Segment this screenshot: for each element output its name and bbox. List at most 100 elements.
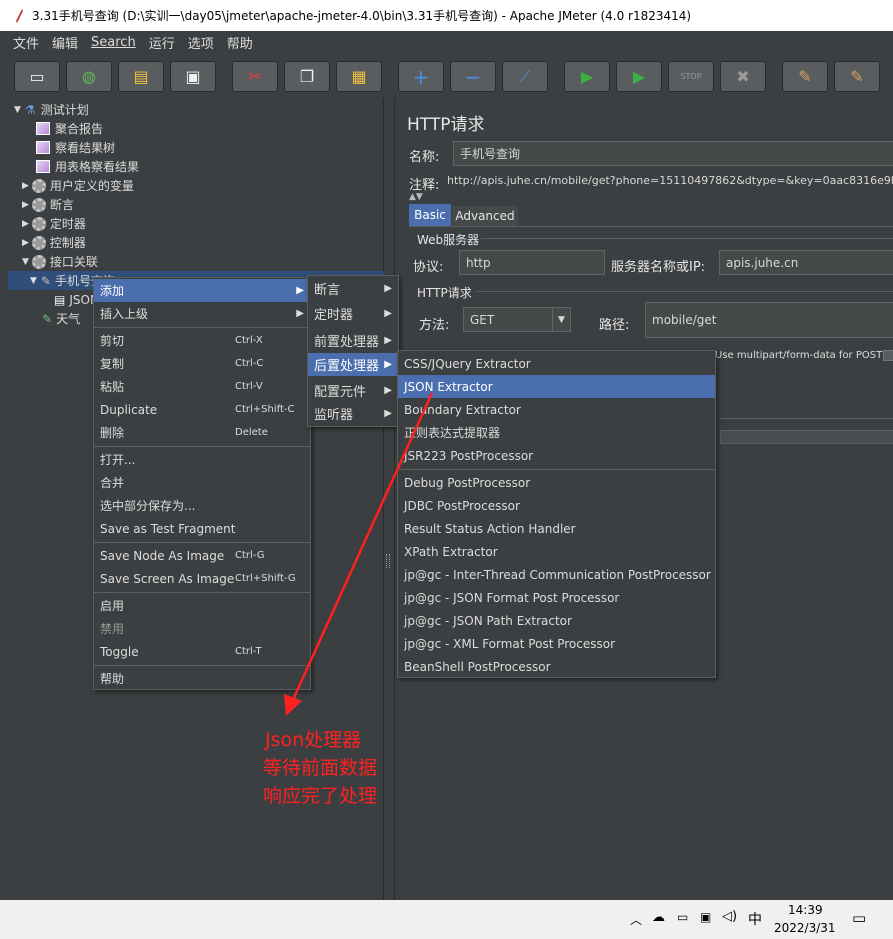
start-no-pauses-button[interactable]: ▶ xyxy=(616,61,662,92)
notification-icon[interactable]: ▭ xyxy=(852,909,866,927)
start-button[interactable]: ▶ xyxy=(564,61,610,92)
submenu-item-config-elements[interactable]: 配置元件 ▶ xyxy=(308,379,398,402)
tree-node-table-results[interactable]: 用表格察看结果 xyxy=(36,157,139,176)
clear-button[interactable]: ✎ xyxy=(782,61,828,92)
expand-all-button[interactable]: + xyxy=(398,61,444,92)
save-button[interactable]: ▣ xyxy=(170,61,216,92)
menu-item-cut[interactable]: 剪切 Ctrl-X xyxy=(94,329,310,352)
menu-item-save-selection[interactable]: 选中部分保存为... xyxy=(94,494,310,517)
tree-node-api-correlation[interactable]: ▼ 接口关联 xyxy=(22,252,98,271)
menu-item-disable[interactable]: 禁用 xyxy=(94,617,310,640)
menu-edit[interactable]: 编辑 xyxy=(52,33,78,52)
name-field[interactable]: 手机号查询 xyxy=(453,141,893,166)
menu-run[interactable]: 运行 xyxy=(149,33,175,52)
copy-button[interactable]: ❐ xyxy=(284,61,330,92)
templates-button[interactable]: ◍ xyxy=(66,61,112,92)
comment-label: 注释: xyxy=(409,178,440,193)
tab-advanced[interactable]: Advanced xyxy=(452,206,518,226)
tree-node-user-variables[interactable]: ▶ 用户定义的变量 xyxy=(22,176,134,195)
collapse-all-button[interactable]: − xyxy=(450,61,496,92)
submenu-item-post-processors[interactable]: 后置处理器 ▶ xyxy=(308,353,398,376)
tab-basic[interactable]: Basic xyxy=(409,204,451,226)
submenu-item-jsr223[interactable]: JSR223 PostProcessor xyxy=(398,444,715,467)
tree-node-weather[interactable]: ✎ 天气 xyxy=(42,309,80,328)
submenu-item-listeners[interactable]: 监听器 ▶ xyxy=(308,402,398,425)
submenu-item-json-format[interactable]: jp@gc - JSON Format Post Processor xyxy=(398,586,715,609)
cloud-icon[interactable]: ☁ xyxy=(652,910,665,925)
menu-item-save-screen-image[interactable]: Save Screen As Image Ctrl+Shift-G xyxy=(94,567,310,590)
tree-node-assertions[interactable]: ▶ 断言 xyxy=(22,195,74,214)
tree-expand-arrow-icon[interactable]: ▶ xyxy=(22,181,29,191)
menu-item-enable[interactable]: 启用 xyxy=(94,594,310,617)
toggle-button[interactable]: ⟋ xyxy=(502,61,548,92)
menu-options[interactable]: 选项 xyxy=(188,33,214,52)
tree-node-aggregate-report[interactable]: 聚合报告 xyxy=(36,119,103,138)
server-field[interactable]: apis.juhe.cn xyxy=(719,250,893,275)
split-pane-divider[interactable] xyxy=(384,98,392,900)
volume-icon[interactable]: ◁) xyxy=(722,909,737,924)
cut-button[interactable]: ✂ xyxy=(232,61,278,92)
menu-item-save-fragment[interactable]: Save as Test Fragment xyxy=(94,517,310,540)
menu-help[interactable]: 帮助 xyxy=(227,33,253,52)
tree-expand-arrow-icon[interactable]: ▶ xyxy=(22,219,29,229)
menu-item-delete[interactable]: 删除 Delete xyxy=(94,421,310,444)
comment-field[interactable]: http://apis.juhe.cn/mobile/get?phone=151… xyxy=(447,174,893,187)
menu-item-help[interactable]: 帮助 xyxy=(94,667,310,690)
submenu-item-inter-thread[interactable]: jp@gc - Inter-Thread Communication PostP… xyxy=(398,563,715,586)
submenu-item-xml-format[interactable]: jp@gc - XML Format Post Processor xyxy=(398,632,715,655)
submenu-item-timers[interactable]: 定时器 ▶ xyxy=(308,302,398,325)
submenu-item-css-extractor[interactable]: CSS/JQuery Extractor xyxy=(398,352,715,375)
collapse-arrows-icon[interactable]: ▲▼ xyxy=(409,192,423,202)
multipart-checkbox[interactable] xyxy=(883,350,893,361)
battery-icon[interactable]: ▭ xyxy=(677,910,688,924)
menu-item-save-node-image[interactable]: Save Node As Image Ctrl-G xyxy=(94,544,310,567)
submenu-item-debug[interactable]: Debug PostProcessor xyxy=(398,471,715,494)
method-select[interactable]: GET ▼ xyxy=(463,307,571,332)
tree-node-test-plan[interactable]: ▼ ⚗ 测试计划 xyxy=(14,100,89,119)
menu-item-duplicate[interactable]: Duplicate Ctrl+Shift-C xyxy=(94,398,310,421)
submenu-item-result-status[interactable]: Result Status Action Handler xyxy=(398,517,715,540)
tree-expand-arrow-icon[interactable]: ▼ xyxy=(30,276,37,286)
menu-item-copy[interactable]: 复制 Ctrl-C xyxy=(94,352,310,375)
submenu-item-jdbc[interactable]: JDBC PostProcessor xyxy=(398,494,715,517)
submenu-item-beanshell[interactable]: BeanShell PostProcessor xyxy=(398,655,715,678)
menu-item-merge[interactable]: 合并 xyxy=(94,471,310,494)
submenu-item-xpath[interactable]: XPath Extractor xyxy=(398,540,715,563)
menu-item-toggle[interactable]: Toggle Ctrl-T xyxy=(94,640,310,663)
path-field[interactable]: mobile/get xyxy=(645,302,893,338)
clear-all-button[interactable]: ✎ xyxy=(834,61,880,92)
chevron-down-icon[interactable]: ▼ xyxy=(552,308,570,331)
new-button[interactable]: ▭ xyxy=(14,61,60,92)
protocol-field[interactable]: http xyxy=(459,250,605,275)
open-button[interactable]: ▤ xyxy=(118,61,164,92)
submenu-item-regex-extractor[interactable]: 正则表达式提取器 xyxy=(398,421,715,444)
menu-file[interactable]: 文件 xyxy=(13,33,39,52)
tree-expand-arrow-icon[interactable]: ▶ xyxy=(22,200,29,210)
submenu-item-pre-processors[interactable]: 前置处理器 ▶ xyxy=(308,329,398,352)
menu-item-insert-parent[interactable]: 插入上级 ▶ xyxy=(94,302,310,325)
shutdown-button[interactable]: ✖ xyxy=(720,61,766,92)
menu-search[interactable]: Search xyxy=(91,35,136,50)
tree-node-timers[interactable]: ▶ 定时器 xyxy=(22,214,86,233)
clock-date[interactable]: 2022/3/31 xyxy=(774,921,836,935)
tree-node-controllers[interactable]: ▶ 控制器 xyxy=(22,233,86,252)
menu-separator xyxy=(94,592,310,593)
tree-expand-arrow-icon[interactable]: ▼ xyxy=(14,105,21,115)
menu-item-add[interactable]: 添加 ▶ xyxy=(94,279,310,302)
clock-time[interactable]: 14:39 xyxy=(788,903,823,917)
submenu-item-boundary-extractor[interactable]: Boundary Extractor xyxy=(398,398,715,421)
submenu-item-assertions[interactable]: 断言 ▶ xyxy=(308,277,398,300)
tree-node-results-tree[interactable]: 察看结果树 xyxy=(36,138,115,157)
chevron-up-icon[interactable]: ︿ xyxy=(630,911,642,928)
menu-item-paste[interactable]: 粘贴 Ctrl-V xyxy=(94,375,310,398)
tree-expand-arrow-icon[interactable]: ▶ xyxy=(22,238,29,248)
paste-button[interactable]: ▦ xyxy=(336,61,382,92)
stop-button[interactable]: STOP xyxy=(668,61,714,92)
menu-item-open[interactable]: 打开... xyxy=(94,448,310,471)
submenu-item-json-path[interactable]: jp@gc - JSON Path Extractor xyxy=(398,609,715,632)
network-icon[interactable]: ▣ xyxy=(700,910,711,924)
ime-indicator[interactable]: 中 xyxy=(748,909,762,929)
tree-expand-arrow-icon[interactable]: ▼ xyxy=(22,257,29,267)
submenu-item-json-extractor[interactable]: JSON Extractor xyxy=(398,375,715,398)
drag-handle-icon[interactable] xyxy=(386,554,390,568)
